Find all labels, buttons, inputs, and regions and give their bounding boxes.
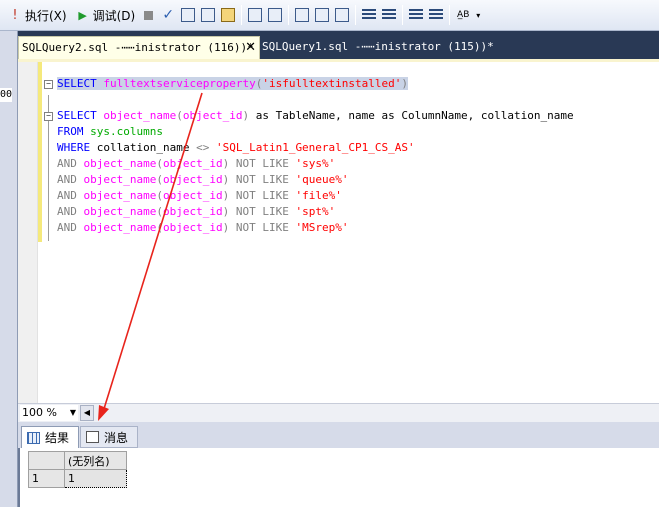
code-line[interactable]: − SELECT fulltextserviceproperty('isfullt… <box>43 76 574 92</box>
query-options-icon[interactable] <box>179 6 197 24</box>
tab-results-label: 结果 <box>45 431 70 445</box>
collapse-icon[interactable]: − <box>44 80 53 89</box>
increase-indent-icon[interactable] <box>427 6 445 24</box>
grid-cell[interactable]: 1 <box>64 469 127 488</box>
scroll-left-button[interactable]: ◀ <box>80 405 94 421</box>
code-line-empty[interactable] <box>43 92 574 108</box>
tab-results[interactable]: 结果 <box>21 426 79 448</box>
debug-label: 调试(D) <box>92 8 136 23</box>
document-tabs: SQLQuery2.sql -⋯⋯inistrator (116))* ✕ SQ… <box>18 31 659 59</box>
left-strip-text: 00 <box>0 88 12 102</box>
toolbar-separator <box>288 5 290 25</box>
include-plan-icon[interactable] <box>246 6 264 24</box>
code-line[interactable]: WHERE collation_name <> 'SQL_Latin1_Gene… <box>43 140 574 156</box>
code-line[interactable]: AND object_name(object_id) NOT LIKE 'sys… <box>43 156 574 172</box>
code-area[interactable]: − SELECT fulltextserviceproperty('isfullt… <box>43 76 574 236</box>
execute-icon: ! <box>12 7 18 23</box>
editor-status-bar: 100 % ▼ ◀ <box>18 403 659 422</box>
change-tracking-bar <box>38 62 42 242</box>
uncomment-icon[interactable] <box>380 6 398 24</box>
object-explorer-edge: 00 <box>0 31 18 507</box>
code-line[interactable]: FROM sys.columns <box>43 124 574 140</box>
tab-sqlquery1[interactable]: SQLQuery1.sql -⋯⋯inistrator (115))* <box>259 36 499 59</box>
code-line[interactable]: AND object_name(object_id) NOT LIKE 'que… <box>43 172 574 188</box>
tab-label: SQLQuery1.sql -⋯⋯inistrator (115))* <box>262 40 494 53</box>
results-to-text-icon[interactable] <box>219 6 237 24</box>
table-row: 1 1 <box>28 469 127 488</box>
display-plan-icon[interactable] <box>199 6 217 24</box>
comment-icon[interactable] <box>360 6 378 24</box>
results-to-grid-icon[interactable] <box>293 6 311 24</box>
toolbar: ! 执行(X) ▶ 调试(D) ✓ A̲B ▾ <box>0 0 659 31</box>
toolbar-separator <box>449 5 451 25</box>
close-icon[interactable]: ✕ <box>245 37 256 59</box>
chevron-down-icon: ▼ <box>69 408 76 417</box>
results-file-icon[interactable] <box>333 6 351 24</box>
code-line[interactable]: AND object_name(object_id) NOT LIKE 'MSr… <box>43 220 574 236</box>
grid-corner[interactable] <box>28 451 65 470</box>
code-line[interactable]: AND object_name(object_id) NOT LIKE 'spt… <box>43 204 574 220</box>
results-tabs: 结果 消息 <box>18 422 659 448</box>
toolbar-separator <box>355 5 357 25</box>
code-line[interactable]: − SELECT object_name(object_id) as TableN… <box>43 108 574 124</box>
grid-icon <box>27 431 40 444</box>
parse-check-icon[interactable]: ✓ <box>159 6 177 24</box>
tab-messages-label: 消息 <box>104 430 129 445</box>
tab-messages[interactable]: 消息 <box>80 426 138 448</box>
row-number[interactable]: 1 <box>28 469 65 488</box>
client-stats-icon[interactable] <box>266 6 284 24</box>
collapse-icon[interactable]: − <box>44 112 53 121</box>
toolbar-overflow-icon[interactable]: ▾ <box>474 6 482 24</box>
zoom-select[interactable]: 100 % ▼ <box>20 405 78 421</box>
results-grid: (无列名) 1 1 <box>28 451 127 488</box>
specify-values-icon[interactable]: A̲B <box>454 6 472 24</box>
play-icon: ▶ <box>78 8 87 22</box>
decrease-indent-icon[interactable] <box>407 6 425 24</box>
results-pane: (无列名) 1 1 <box>18 448 659 507</box>
execute-button[interactable]: ! 执行(X) <box>2 3 70 27</box>
message-icon <box>86 431 99 443</box>
results-grid-icon[interactable] <box>313 6 331 24</box>
tab-label: SQLQuery2.sql -⋯⋯inistrator (116))* <box>22 41 254 54</box>
editor-gutter <box>18 62 38 403</box>
debug-button[interactable]: ▶ 调试(D) <box>70 3 139 27</box>
zoom-value: 100 % <box>22 406 57 419</box>
selection-highlight: SELECT fulltextserviceproperty('isfullte… <box>57 77 409 90</box>
toolbar-separator <box>402 5 404 25</box>
execute-label: 执行(X) <box>25 8 67 23</box>
column-header[interactable]: (无列名) <box>64 451 127 470</box>
toolbar-separator <box>241 5 243 25</box>
code-line[interactable]: AND object_name(object_id) NOT LIKE 'fil… <box>43 188 574 204</box>
stop-icon[interactable] <box>139 6 157 24</box>
query-editor[interactable]: − SELECT fulltextserviceproperty('isfullt… <box>18 59 659 403</box>
tab-sqlquery2[interactable]: SQLQuery2.sql -⋯⋯inistrator (116))* ✕ <box>18 36 260 59</box>
